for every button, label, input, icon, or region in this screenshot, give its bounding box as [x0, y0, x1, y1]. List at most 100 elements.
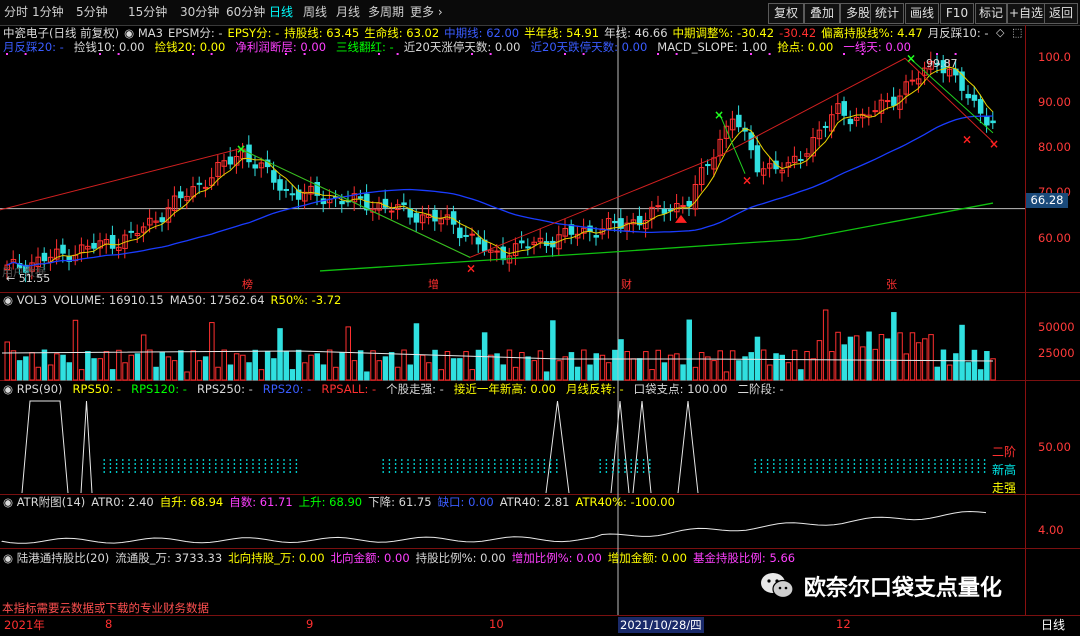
- hk-header-item-5: 增加比例%: 0.00: [511, 551, 602, 565]
- volume-bar: [624, 351, 630, 381]
- volume-bar: [519, 352, 525, 381]
- tab-15min[interactable]: 15分钟: [128, 3, 167, 22]
- candle-body: [289, 193, 296, 196]
- candle-body: [413, 213, 420, 223]
- hk-header-item-3: 北向金额: 0.00: [330, 551, 410, 565]
- tab-1min[interactable]: 1分钟: [32, 3, 64, 22]
- volume-bar: [680, 364, 686, 381]
- volume-bar: [91, 358, 97, 381]
- candle-body: [463, 234, 469, 237]
- volume-bar: [705, 356, 711, 381]
- atr-header-item-0: ◉ ATR附图(14): [3, 495, 86, 509]
- volume-bar: [512, 366, 519, 381]
- more-menu[interactable]: 更多 ›: [410, 3, 443, 22]
- draw-line-button[interactable]: 画线: [905, 3, 939, 24]
- candle-body: [91, 242, 97, 249]
- rps-side-stage2: 二阶: [992, 445, 1017, 459]
- mark-button[interactable]: 标记: [975, 3, 1007, 24]
- candle-body: [977, 99, 984, 114]
- restore-rights-button[interactable]: 复权: [768, 3, 804, 24]
- candle-body: [990, 120, 996, 124]
- volume-bar: [264, 351, 271, 381]
- back-button[interactable]: 返回: [1044, 3, 1078, 24]
- candle-body: [60, 244, 66, 254]
- add-watchlist-button[interactable]: +自选: [1007, 3, 1045, 24]
- settings-icon[interactable]: ◇: [996, 26, 1004, 39]
- volume-bar: [537, 350, 544, 381]
- volume-bar: [748, 352, 754, 381]
- volume-bar: [295, 349, 302, 381]
- candle-body: [128, 230, 134, 233]
- period-tab-daily[interactable]: 日线: [1030, 616, 1076, 634]
- volume-bar: [165, 356, 172, 381]
- volume-bar: [897, 332, 903, 381]
- volume-bar: [357, 350, 364, 381]
- f10-button[interactable]: F10: [940, 3, 974, 24]
- main-header-item-1: ◉ MA3: [124, 26, 163, 40]
- volume-bar: [593, 353, 599, 381]
- volume-bar: [351, 360, 358, 381]
- volume-bar: [469, 369, 475, 381]
- y-tick: 50.00: [1038, 440, 1071, 454]
- volume-bar: [822, 309, 829, 381]
- volume-bar: [450, 358, 457, 381]
- tab-daily[interactable]: 日线: [269, 3, 293, 22]
- marker-cai: 财: [621, 278, 632, 291]
- candle-body: [339, 200, 345, 205]
- volume-bar: [550, 320, 556, 381]
- zigzag-red: [0, 57, 994, 258]
- volume-bar: [798, 369, 804, 381]
- candle-body: [388, 210, 395, 213]
- overlay-button[interactable]: 叠加: [804, 3, 840, 24]
- volume-bar: [500, 364, 506, 381]
- candle-body: [432, 209, 438, 222]
- candle-body: [178, 191, 184, 199]
- kline-chart[interactable]: ×××××× ×: [0, 25, 1025, 615]
- tab-weekly[interactable]: 周线: [303, 3, 327, 22]
- tab-multi-period[interactable]: 多周期: [368, 3, 404, 22]
- volume-bar: [804, 351, 810, 381]
- tab-60min[interactable]: 60分钟: [226, 3, 265, 22]
- atr-header-item-4: 上升: 68.90: [298, 495, 363, 509]
- volume-bar: [686, 319, 692, 381]
- candle-body: [891, 96, 897, 106]
- tab-5min[interactable]: 5分钟: [76, 3, 108, 22]
- tab-fenshi[interactable]: 分时: [4, 3, 28, 22]
- rps-peak-line: [632, 400, 652, 494]
- atr-header: ◉ ATR附图(14) ATR0: 2.40 自升: 68.94 自数: 61.71 上…: [3, 495, 681, 509]
- expand-icon[interactable]: ⬚: [1012, 26, 1022, 39]
- signal-x-marker: ×: [742, 173, 752, 187]
- date-axis: [0, 615, 1080, 636]
- tab-30min[interactable]: 30分钟: [180, 3, 219, 22]
- volume-bar: [847, 336, 854, 381]
- volume-bar: [878, 334, 885, 381]
- volume-bar: [10, 350, 17, 381]
- candle-body: [475, 237, 482, 245]
- volume-bar: [835, 331, 841, 381]
- date-label-sep: 9: [306, 617, 314, 631]
- volume-bar: [990, 358, 996, 381]
- volume-bar: [884, 338, 891, 381]
- vol-header-item-0: ◉ VOL3: [3, 293, 48, 307]
- volume-bar: [903, 353, 909, 381]
- statistics-button[interactable]: 统计: [870, 3, 904, 24]
- hk-header-item-0: ◉ 陆港通持股比(20): [3, 551, 110, 565]
- marker-zhang: 张: [886, 278, 897, 291]
- rps-peak-line: [21, 400, 69, 494]
- volume-bar: [382, 356, 389, 381]
- hk-data-note: 本指标需要云数据或下载的专业财务数据: [2, 601, 209, 615]
- candle-body: [798, 159, 804, 162]
- y-tick: 25000: [1038, 346, 1075, 360]
- volume-bar: [562, 356, 568, 381]
- tab-monthly[interactable]: 月线: [336, 3, 360, 22]
- volume-bar: [395, 366, 401, 381]
- volume-bar: [85, 351, 91, 381]
- candle-body: [277, 179, 283, 191]
- y-tick: 50000: [1038, 320, 1075, 334]
- marker-bang: 榜: [242, 278, 253, 291]
- candle-body: [283, 188, 289, 191]
- volume-bar: [692, 366, 699, 381]
- volume-bar: [302, 362, 308, 381]
- cursor-date-label: 2021/10/28/四: [618, 617, 704, 633]
- volume-bar: [122, 362, 128, 381]
